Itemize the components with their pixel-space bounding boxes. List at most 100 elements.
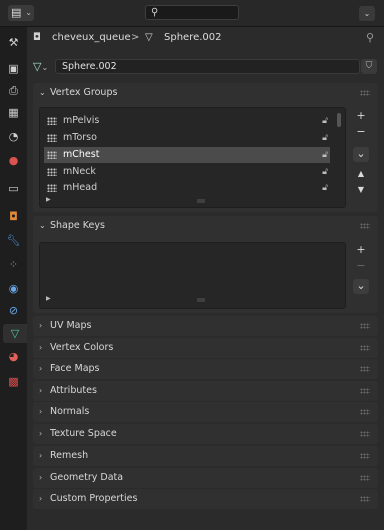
chevron-right-icon: ›	[39, 386, 43, 395]
chevron-right-icon: ›	[39, 429, 43, 438]
pin-icon[interactable]: ⚲	[366, 31, 374, 44]
chevron-right-icon: ›	[39, 451, 43, 460]
vertex-groups-list[interactable]: mPelvis 🔓︎ mTorso 🔓︎ mChest 🔓︎ mNeck 🔓︎	[39, 107, 346, 208]
drag-grip-icon[interactable]	[360, 496, 370, 502]
shape-keys-header[interactable]: ⌄ Shape Keys	[33, 216, 378, 236]
mesh-datablock-row: ▽⌄ Sphere.002 ⛉	[27, 57, 384, 77]
attributes-panel[interactable]: › Attributes	[33, 381, 378, 401]
properties-content: ◘ cheveux_queue > ▽ Sphere.002 ⚲ ▽⌄ Sphe…	[27, 27, 384, 530]
list-scrollbar[interactable]	[337, 113, 341, 127]
mesh-data-icon: ▽	[145, 32, 153, 43]
vertex-group-icon	[47, 168, 57, 176]
editor-header: ▤ ⌄ ⚲ ⌄	[0, 0, 384, 27]
drag-grip-icon[interactable]	[360, 345, 370, 351]
drag-grip-icon[interactable]	[360, 431, 370, 437]
drag-grip-icon[interactable]	[360, 388, 370, 394]
unlock-icon[interactable]: 🔓︎	[322, 180, 328, 196]
remove-vertex-group-button[interactable]: −	[353, 125, 369, 140]
texture-space-panel[interactable]: › Texture Space	[33, 424, 378, 444]
drag-grip-icon[interactable]	[360, 453, 370, 459]
scene-tab[interactable]: ◔	[3, 127, 24, 146]
wrench-screwdriver-icon: ⚒	[8, 36, 19, 49]
list-resize-grip-icon[interactable]	[197, 199, 205, 203]
chevron-down-icon: ⌄	[39, 88, 46, 97]
mesh-browse-button[interactable]: ▽⌄	[33, 59, 55, 75]
mesh-data-icon: ▽	[10, 327, 20, 340]
list-resize-grip-icon[interactable]	[197, 298, 205, 302]
fake-user-shield-icon[interactable]: ⛉	[361, 59, 377, 74]
drag-grip-icon[interactable]	[360, 475, 370, 481]
options-dropdown[interactable]: ⌄	[359, 6, 375, 21]
checker-texture-icon: ▩	[8, 375, 19, 388]
custom-properties-panel[interactable]: › Custom Properties	[33, 489, 378, 509]
drag-grip-icon[interactable]	[360, 409, 370, 415]
particles-tab[interactable]: ⁘	[3, 255, 24, 274]
material-tab[interactable]: ◕	[3, 347, 24, 366]
remesh-panel[interactable]: › Remesh	[33, 446, 378, 466]
list-item[interactable]: mChest 🔓︎	[44, 147, 330, 163]
unlock-icon[interactable]: 🔓︎	[322, 164, 328, 180]
normals-panel[interactable]: › Normals	[33, 402, 378, 422]
list-item[interactable]: mPelvis 🔓︎	[44, 113, 330, 129]
list-item-label: mTorso	[63, 132, 97, 143]
physics-tab[interactable]: ◉	[3, 279, 24, 298]
render-tab[interactable]: ▣	[3, 59, 24, 78]
search-input[interactable]: ⚲	[145, 5, 239, 20]
chevron-right-icon: ›	[39, 473, 43, 482]
list-item[interactable]: mHead 🔓︎	[44, 180, 330, 196]
vertex-colors-panel[interactable]: › Vertex Colors	[33, 338, 378, 358]
list-item[interactable]: mNeck 🔓︎	[44, 164, 330, 180]
vertex-group-icon	[47, 134, 57, 142]
chevron-down-icon: ⌄	[363, 9, 371, 18]
object-tab[interactable]: ◘	[3, 207, 24, 226]
list-item-label: mNeck	[63, 166, 96, 177]
view-layer-tab[interactable]: ▦	[3, 103, 24, 122]
list-item[interactable]: mTorso 🔓︎	[44, 130, 330, 146]
chevron-right-icon: ›	[39, 494, 43, 503]
drag-grip-icon[interactable]	[360, 90, 370, 96]
properties-tabs: ⚒ ▣ ⎙ ▦ ◔ ● ▭ ◘ 🔧︎ ⁘ ◉ ⊘ ▽ ◕ ▩	[0, 27, 27, 530]
modifiers-tab[interactable]: 🔧︎	[3, 231, 24, 250]
move-up-button[interactable]: ▲	[353, 167, 369, 182]
mesh-name-field[interactable]: Sphere.002	[55, 59, 360, 74]
texture-tab[interactable]: ▩	[3, 372, 24, 391]
vertex-group-icon	[47, 184, 57, 192]
unlock-icon[interactable]: 🔓︎	[322, 113, 328, 129]
collection-tab[interactable]: ▭	[3, 179, 24, 198]
chevron-right-icon: ›	[39, 407, 43, 416]
add-vertex-group-button[interactable]: +	[353, 109, 369, 124]
breadcrumb-object: cheveux_queue	[52, 32, 131, 43]
face-maps-panel[interactable]: › Face Maps	[33, 359, 378, 379]
world-tab[interactable]: ●	[3, 151, 24, 170]
shape-keys-list[interactable]: ▶	[39, 242, 346, 309]
material-sphere-icon: ◕	[8, 350, 19, 363]
uv-maps-panel[interactable]: › UV Maps	[33, 316, 378, 336]
move-down-button[interactable]: ▼	[353, 183, 369, 198]
drag-grip-icon[interactable]	[360, 223, 370, 229]
breadcrumb: ◘ cheveux_queue > ▽ Sphere.002 ⚲	[27, 27, 384, 51]
unlock-icon[interactable]: 🔓︎	[322, 147, 328, 163]
search-icon: ⚲	[151, 7, 159, 18]
output-tab[interactable]: ⎙	[3, 81, 24, 100]
remove-shape-key-button[interactable]: −	[353, 259, 369, 274]
drag-grip-icon[interactable]	[360, 366, 370, 372]
tool-tab[interactable]: ⚒	[3, 33, 24, 52]
add-shape-key-button[interactable]: +	[353, 243, 369, 258]
editor-type-selector[interactable]: ▤ ⌄	[8, 5, 34, 21]
vertex-groups-header[interactable]: ⌄ Vertex Groups	[33, 83, 378, 103]
geometry-data-panel[interactable]: › Geometry Data	[33, 468, 378, 488]
panel-title: Remesh	[50, 450, 89, 461]
shape-key-specials-menu[interactable]: ⌄	[353, 279, 369, 294]
filter-options-arrow-icon[interactable]: ▶	[46, 295, 51, 302]
breadcrumb-separator: >	[131, 32, 140, 43]
vertex-group-icon	[47, 117, 57, 125]
drag-grip-icon[interactable]	[360, 323, 370, 329]
camera-back-icon: ▣	[8, 62, 19, 75]
constraints-tab[interactable]: ⊘	[3, 301, 24, 320]
wrench-icon: 🔧︎	[6, 234, 21, 247]
shape-keys-panel: ⌄ Shape Keys ▶ + − ⌄	[33, 216, 378, 313]
data-tab[interactable]: ▽	[3, 324, 27, 343]
vertex-group-specials-menu[interactable]: ⌄	[353, 147, 369, 162]
filter-options-arrow-icon[interactable]: ▶	[46, 196, 51, 203]
unlock-icon[interactable]: 🔓︎	[322, 130, 328, 146]
